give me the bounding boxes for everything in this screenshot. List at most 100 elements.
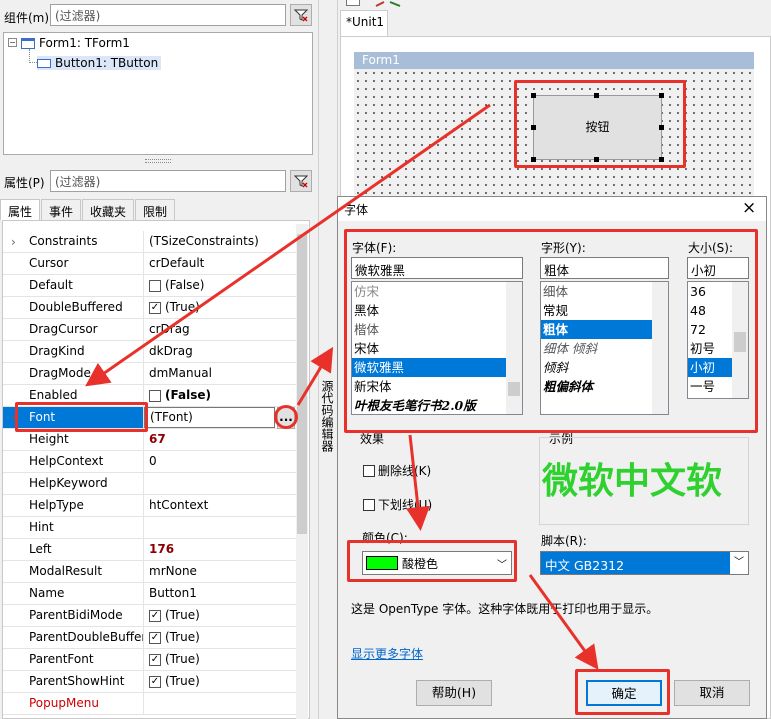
property-value[interactable]: (False) <box>144 385 297 406</box>
side-strip: 源代码编辑器 <box>318 0 338 719</box>
more-fonts-link[interactable]: 显示更多字体 <box>351 645 423 662</box>
property-name: ParentDoubleBuffer <box>3 627 144 648</box>
property-value[interactable]: crDefault <box>144 253 297 274</box>
undo-redo-icon[interactable] <box>374 0 402 8</box>
property-row[interactable]: ModalResult mrNone <box>3 561 297 583</box>
components-label: 组件(m) <box>4 11 50 25</box>
properties-filter-button[interactable] <box>290 170 312 192</box>
property-value-text: (True) <box>165 608 200 622</box>
property-row[interactable]: HelpType htContext <box>3 495 297 517</box>
property-value[interactable]: htContext <box>144 495 297 516</box>
close-icon[interactable]: × <box>742 198 756 218</box>
property-name: Constraints <box>3 231 144 252</box>
strikeout-checkbox[interactable]: 删除线(K) <box>363 462 431 479</box>
property-row[interactable]: ParentShowHint ✓ (True) <box>3 671 297 693</box>
checked-checkbox[interactable]: ✓ <box>149 653 161 666</box>
property-value-text: (TFont) <box>150 410 193 424</box>
help-button[interactable]: 帮助(H) <box>416 680 492 706</box>
page-icon[interactable] <box>346 0 360 6</box>
property-row[interactable]: Name Button1 <box>3 583 297 605</box>
highlight-ellipsis-circle <box>274 405 298 429</box>
property-name: DoubleBuffered <box>3 297 144 318</box>
property-row[interactable]: HelpContext 0 <box>3 451 297 473</box>
property-name: Cursor <box>3 253 144 274</box>
object-inspector-panel: 组件(m) (过滤器) − Form1: TForm1 Button1: TBu… <box>0 0 318 719</box>
properties-filter-input[interactable]: (过滤器) <box>50 170 286 192</box>
tab-events[interactable]: 事件 <box>41 199 82 221</box>
property-value[interactable] <box>144 473 297 494</box>
property-row[interactable]: ParentDoubleBuffer ✓ (True) <box>3 627 297 649</box>
tree-node-form1[interactable]: Form1: TForm1 <box>21 36 130 50</box>
property-row[interactable]: DragCursor crDrag <box>3 319 297 341</box>
property-name: DragCursor <box>3 319 144 340</box>
collapse-icon[interactable]: − <box>8 38 17 47</box>
property-value[interactable]: (TSizeConstraints) <box>144 231 297 252</box>
property-row[interactable]: › Constraints (TSizeConstraints) <box>3 231 297 253</box>
property-row[interactable]: Height 67 <box>3 429 297 451</box>
property-value[interactable]: mrNone <box>144 561 297 582</box>
tab-restricted[interactable]: 限制 <box>135 199 176 221</box>
highlight-font-lists <box>344 229 758 433</box>
property-value[interactable]: (TFont) <box>144 407 275 428</box>
checkbox[interactable] <box>149 279 161 292</box>
tree-node-button1[interactable]: Button1: TButton <box>37 56 162 70</box>
property-row[interactable]: ParentBidiMode ✓ (True) <box>3 605 297 627</box>
scrollbar-thumb[interactable] <box>297 234 307 534</box>
property-value[interactable]: ✓ (True) <box>144 649 297 670</box>
property-value[interactable]: ✓ (True) <box>144 671 297 692</box>
tab-unit1[interactable]: *Unit1 <box>340 10 388 36</box>
highlight-ok-button <box>575 669 670 715</box>
property-value[interactable]: ✓ (True) <box>144 627 297 648</box>
structure-tree: − Form1: TForm1 Button1: TButton <box>3 32 313 155</box>
sample-text: 微软中文软 <box>542 461 723 502</box>
script-value: 中文 GB2312 <box>545 558 625 573</box>
property-value[interactable] <box>144 517 297 538</box>
property-name: ParentBidiMode <box>3 605 144 626</box>
property-value[interactable] <box>144 693 297 714</box>
components-filter-input[interactable]: (过滤器) <box>50 4 286 26</box>
tab-favorites[interactable]: 收藏夹 <box>82 199 135 221</box>
strikeout-label: 删除线(K) <box>378 464 432 478</box>
property-row[interactable]: Cursor crDefault <box>3 253 297 275</box>
property-value[interactable]: dmManual <box>144 363 297 384</box>
property-row[interactable]: DoubleBuffered ✓ (True) <box>3 297 297 319</box>
property-value[interactable]: 0 <box>144 451 297 472</box>
underline-label: 下划线(U) <box>378 498 433 512</box>
property-row[interactable]: ParentFont ✓ (True) <box>3 649 297 671</box>
script-select[interactable]: 中文 GB2312 ﹀ <box>540 551 749 575</box>
property-value[interactable]: crDrag <box>144 319 297 340</box>
components-filter-button[interactable] <box>290 4 312 26</box>
property-value[interactable]: 176 <box>144 539 297 560</box>
checked-checkbox[interactable]: ✓ <box>149 631 161 644</box>
properties-label: 属性(P) <box>4 176 45 190</box>
underline-checkbox[interactable]: 下划线(U) <box>363 496 432 513</box>
property-value[interactable]: (False) <box>144 275 297 296</box>
dialog-title: 字体 <box>344 203 369 217</box>
property-row[interactable]: PopupMenu <box>3 693 297 715</box>
property-value[interactable]: 67 <box>144 429 297 450</box>
button-icon <box>37 58 51 68</box>
property-grid-scrollbar[interactable] <box>296 224 308 719</box>
property-value-text: htContext <box>149 498 209 512</box>
property-row[interactable]: DragKind dkDrag <box>3 341 297 363</box>
property-row[interactable]: HelpKeyword <box>3 473 297 495</box>
splitter-grip[interactable] <box>145 159 171 163</box>
checked-checkbox[interactable]: ✓ <box>149 609 161 622</box>
tab-properties[interactable]: 属性 <box>0 199 41 221</box>
checked-checkbox[interactable]: ✓ <box>149 675 161 688</box>
property-row[interactable]: Left 176 <box>3 539 297 561</box>
source-editor-tab[interactable]: 源代码编辑器 <box>320 380 336 452</box>
property-value[interactable]: Button1 <box>144 583 297 604</box>
property-row[interactable]: Default (False) <box>3 275 297 297</box>
property-row[interactable]: Hint <box>3 517 297 539</box>
checkbox[interactable] <box>149 389 161 402</box>
property-value[interactable]: ✓ (True) <box>144 605 297 626</box>
cancel-button[interactable]: 取消 <box>674 680 750 706</box>
highlight-color-select <box>347 540 517 582</box>
checked-checkbox[interactable]: ✓ <box>149 301 161 314</box>
tree-node-label: Button1: TButton <box>55 56 159 70</box>
expand-icon[interactable]: › <box>11 235 16 249</box>
property-value[interactable]: dkDrag <box>144 341 297 362</box>
property-value[interactable]: ✓ (True) <box>144 297 297 318</box>
property-row[interactable]: DragMode dmManual <box>3 363 297 385</box>
